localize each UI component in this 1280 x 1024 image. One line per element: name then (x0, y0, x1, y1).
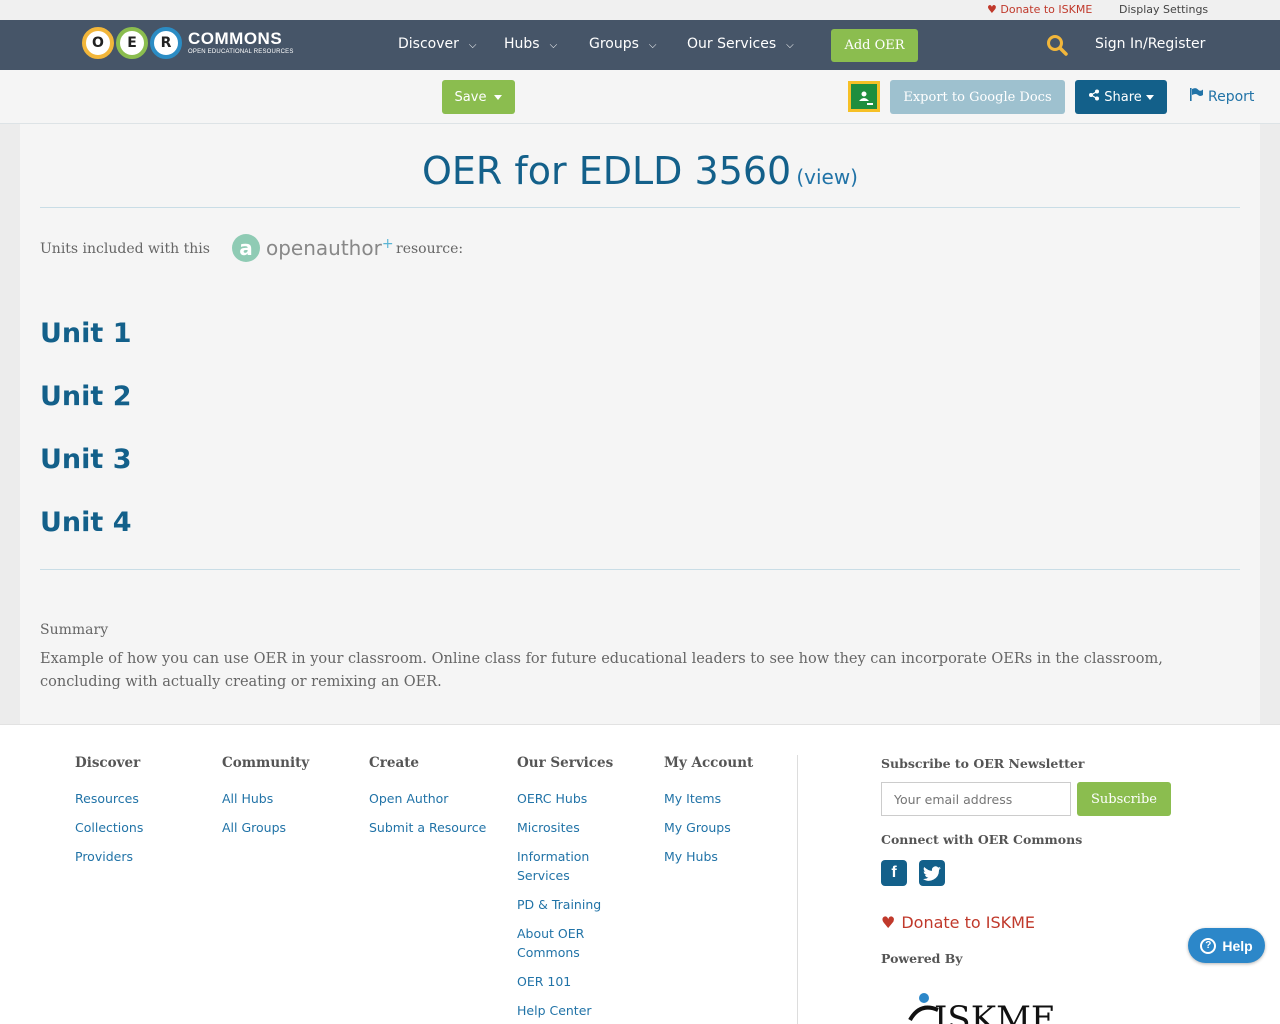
share-icon (1088, 89, 1100, 105)
footer-link-oer-101[interactable]: OER 101 (517, 972, 627, 991)
export-google-docs-button[interactable]: Export to Google Docs (890, 80, 1065, 114)
footer-heading: Create (369, 755, 420, 771)
footer-link-oerc-hubs[interactable]: OERC Hubs (517, 789, 627, 808)
footer-donate-link[interactable]: ♥ Donate to ISKME (881, 913, 1035, 932)
caret-down-icon (1145, 94, 1154, 100)
footer-heading: Discover (75, 755, 141, 771)
caret-down-icon (494, 94, 503, 100)
footer-link-collections[interactable]: Collections (75, 818, 143, 837)
footer-link-about[interactable]: About OER Commons (517, 924, 627, 962)
footer-link-information-services[interactable]: Information Services (517, 847, 627, 885)
units-included-label: Units included with this (40, 241, 210, 257)
footer-link-my-items[interactable]: My Items (664, 789, 753, 808)
chevron-down-icon: ⌵ (648, 40, 657, 51)
search-icon[interactable] (1046, 34, 1068, 56)
facebook-icon[interactable]: f (881, 860, 907, 886)
footer-col-discover: Discover Resources Collections Providers (75, 755, 143, 876)
resource-label: resource: (396, 241, 464, 257)
unit-4-link[interactable]: Unit 4 (40, 507, 132, 538)
footer-link-open-author[interactable]: Open Author (369, 789, 486, 808)
footer-divider (797, 755, 798, 1024)
footer-link-providers[interactable]: Providers (75, 847, 143, 866)
site-footer: Discover Resources Collections Providers… (0, 724, 1280, 1024)
footer-link-resources[interactable]: Resources (75, 789, 143, 808)
resource-content: OER for EDLD 3560 (view) Units included … (20, 124, 1260, 724)
chevron-down-icon: ⌵ (468, 40, 477, 51)
footer-col-my-account: My Account My Items My Groups My Hubs (664, 755, 753, 876)
footer-link-submit-resource[interactable]: Submit a Resource (369, 818, 486, 837)
save-button[interactable]: Save (442, 80, 515, 114)
logo-letter-e: E (116, 27, 148, 59)
footer-heading: Community (222, 755, 310, 771)
unit-2-link[interactable]: Unit 2 (40, 381, 132, 412)
openauthor-a-icon: a (232, 234, 260, 262)
chevron-down-icon: ⌵ (549, 40, 558, 51)
heart-icon: ♥ (987, 3, 997, 16)
newsletter-heading: Subscribe to OER Newsletter (881, 756, 1085, 771)
nav-hubs[interactable]: Hubs ⌵ (504, 36, 557, 52)
openauthor-logo: a openauthor+ (232, 234, 394, 262)
report-link[interactable]: Report (1190, 88, 1254, 105)
summary-text: Example of how you can use OER in your c… (40, 651, 1163, 690)
utility-donate-link[interactable]: ♥ Donate to ISKME (987, 3, 1092, 16)
divider (40, 207, 1240, 208)
logo-letter-o: O (82, 27, 114, 59)
footer-link-microsites[interactable]: Microsites (517, 818, 627, 837)
flag-icon (1190, 88, 1204, 105)
nav-discover[interactable]: Discover ⌵ (398, 36, 476, 52)
display-settings-link[interactable]: Display Settings (1119, 3, 1208, 16)
resource-title: OER for EDLD 3560 (422, 149, 792, 193)
share-button[interactable]: Share (1075, 80, 1167, 114)
footer-link-my-groups[interactable]: My Groups (664, 818, 753, 837)
summary-heading: Summary (40, 622, 109, 638)
footer-col-create: Create Open Author Submit a Resource (369, 755, 486, 847)
unit-1-link[interactable]: Unit 1 (40, 318, 132, 349)
plus-icon: + (381, 236, 394, 252)
footer-heading: Our Services (517, 755, 614, 771)
footer-heading: My Account (664, 755, 754, 771)
main-navigation: O E R COMMONS OPEN EDUCATIONAL RESOURCES… (0, 20, 1280, 70)
footer-link-all-groups[interactable]: All Groups (222, 818, 309, 837)
resource-action-bar: Save Export to Google Docs Share Report (0, 70, 1280, 124)
nav-groups[interactable]: Groups ⌵ (589, 36, 657, 52)
subscribe-button[interactable]: Subscribe (1077, 782, 1171, 816)
sign-in-register-link[interactable]: Sign In/Register (1095, 36, 1205, 52)
logo-letter-r: R (150, 27, 182, 59)
footer-link-my-hubs[interactable]: My Hubs (664, 847, 753, 866)
chevron-down-icon: ⌵ (786, 40, 794, 51)
question-icon: ? (1200, 937, 1217, 954)
footer-link-pd-training[interactable]: PD & Training (517, 895, 627, 914)
logo-wordmark: COMMONS OPEN EDUCATIONAL RESOURCES (188, 29, 294, 56)
unit-3-link[interactable]: Unit 3 (40, 444, 132, 475)
help-button[interactable]: ? Help (1188, 928, 1265, 963)
footer-link-help-center[interactable]: Help Center (517, 1001, 627, 1020)
powered-by-label: Powered By (881, 951, 963, 966)
utility-bar: ♥ Donate to ISKME Display Settings (0, 0, 1280, 20)
oer-commons-logo[interactable]: O E R COMMONS OPEN EDUCATIONAL RESOURCES (82, 25, 294, 61)
footer-link-all-hubs[interactable]: All Hubs (222, 789, 309, 808)
footer-col-our-services: Our Services OERC Hubs Microsites Inform… (517, 755, 627, 1024)
add-oer-button[interactable]: Add OER (831, 29, 918, 62)
title-area: OER for EDLD 3560 (view) (20, 149, 1260, 193)
svg-text:ISKME: ISKME (934, 999, 1056, 1024)
iskme-logo: ISKME (890, 990, 1090, 1024)
newsletter-email-input[interactable] (881, 782, 1071, 816)
nav-our-services[interactable]: Our Services ⌵ (687, 36, 794, 52)
divider (40, 569, 1240, 570)
view-link[interactable]: (view) (796, 165, 858, 189)
heart-icon: ♥ (881, 913, 896, 932)
twitter-icon[interactable] (919, 860, 945, 886)
connect-heading: Connect with OER Commons (881, 832, 1083, 847)
google-classroom-icon[interactable] (848, 81, 880, 112)
footer-col-community: Community All Hubs All Groups (222, 755, 309, 847)
